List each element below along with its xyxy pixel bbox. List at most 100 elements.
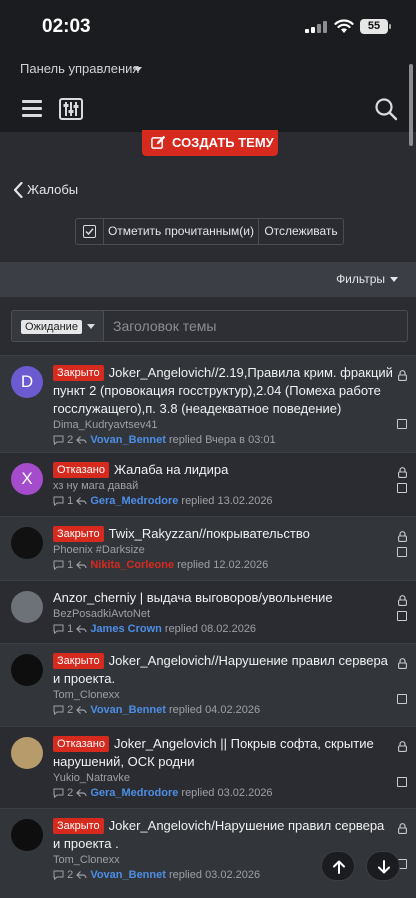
thread-author[interactable]: Dima_Kudryavtsev41 — [53, 419, 394, 431]
thread-actions: Отметить прочитанным(и) Отслеживать — [75, 218, 344, 245]
chevron-down-icon — [87, 324, 95, 329]
scroll-bottom-button[interactable] — [366, 851, 400, 881]
last-reply-user[interactable]: Vovan_Bennet — [90, 434, 166, 446]
replied-label: replied — [168, 434, 202, 446]
thread-select-checkbox[interactable] — [397, 611, 407, 621]
comment-icon — [53, 559, 64, 571]
prefix-select[interactable]: Ожидание — [11, 310, 103, 342]
replied-label: replied — [164, 623, 198, 635]
status-badge[interactable]: Закрыто — [53, 818, 104, 834]
avatar[interactable] — [11, 819, 43, 851]
avatar[interactable]: D — [11, 366, 43, 398]
create-thread-label: СОЗДАТЬ ТЕМУ — [172, 135, 274, 150]
thread-select-checkbox[interactable] — [397, 483, 407, 493]
thread-select-checkbox[interactable] — [397, 419, 407, 429]
thread-body: Закрыто Twix_Rakyzzan//покрывательство Pho… — [53, 525, 394, 571]
replied-label: replied — [168, 704, 202, 716]
lock-icon — [398, 593, 407, 606]
last-reply-user[interactable]: Vovan_Bennet — [90, 704, 166, 716]
sliders-icon[interactable] — [59, 98, 83, 120]
last-reply-date[interactable]: 03.02.2026 — [218, 787, 273, 799]
control-panel-label[interactable]: Панель управления — [20, 61, 139, 76]
mark-read-button[interactable]: Отметить прочитанным(и) — [104, 219, 259, 244]
thread-author[interactable]: Tom_Clonexx — [53, 689, 394, 701]
thread-row[interactable]: Закрыто Twix_Rakyzzan//покрывательство Pho… — [0, 516, 416, 580]
thread-row[interactable]: Отказано Joker_Angelovich || Покрыв софта… — [0, 726, 416, 808]
select-all-checkbox[interactable] — [76, 219, 104, 244]
thread-body: Закрыто Joker_Angelovich//Нарушение прави… — [53, 652, 394, 716]
scroll-top-button[interactable] — [321, 851, 355, 881]
thread-row[interactable]: X Отказано Жалаба на лидира хз ну мага дава… — [0, 452, 416, 516]
thread-row[interactable]: D Закрыто Joker_Angelovich//2.19,Правила к… — [0, 355, 416, 452]
battery-icon: 55 — [360, 19, 391, 34]
thread-author[interactable]: хз ну мага давай — [53, 480, 394, 492]
last-reply-user[interactable]: Gera_Medrodore — [90, 495, 178, 507]
status-bar: 02:03 55 — [0, 0, 416, 52]
last-reply-date[interactable]: 08.02.2026 — [201, 623, 256, 635]
menu-icon[interactable] — [22, 100, 42, 117]
last-reply-user[interactable]: Nikita_Corleone — [90, 559, 174, 571]
thread-body: Anzor_cherniy | выдача выговоров/увольне… — [53, 589, 394, 635]
search-icon[interactable] — [374, 97, 398, 121]
thread-author[interactable]: Phoenix #Darksize — [53, 544, 394, 556]
thread-title-input[interactable] — [103, 310, 408, 342]
create-thread-button[interactable]: СОЗДАТЬ ТЕМУ — [142, 130, 278, 156]
reply-count: 1 — [67, 559, 74, 571]
last-reply-user[interactable]: James Crown — [90, 623, 162, 635]
last-reply-date[interactable]: Вчера в 03:01 — [205, 434, 276, 446]
reply-icon — [76, 869, 87, 881]
status-badge[interactable]: Закрыто — [53, 526, 104, 542]
prefix-pill: Ожидание — [21, 320, 82, 334]
comment-icon — [53, 869, 64, 881]
thread-title-line: Закрыто Twix_Rakyzzan//покрывательство — [53, 525, 394, 543]
thread-title[interactable]: Joker_Angelovich//2.19,Правила крим. фра… — [53, 365, 393, 416]
thread-author[interactable]: BezPosadkiAvtoNet — [53, 608, 394, 620]
reply-count: 2 — [67, 434, 74, 446]
thread-select-checkbox[interactable] — [397, 547, 407, 557]
status-badge[interactable]: Закрыто — [53, 365, 104, 381]
filters-dropdown[interactable]: Фильтры — [336, 272, 398, 286]
thread-title[interactable]: Anzor_cherniy | выдача выговоров/увольне… — [53, 590, 333, 605]
last-reply-date[interactable]: 04.02.2026 — [205, 704, 260, 716]
replied-label: replied — [177, 559, 211, 571]
arrow-down-icon — [378, 860, 390, 874]
thread-title[interactable]: Жалаба на лидира — [114, 462, 228, 477]
thread-select-checkbox[interactable] — [397, 777, 407, 787]
reply-icon — [76, 704, 87, 716]
avatar[interactable]: X — [11, 463, 43, 495]
thread-row[interactable]: Закрыто Joker_Angelovich//Нарушение прави… — [0, 643, 416, 726]
thread-title-line: Закрыто Joker_Angelovich//Нарушение прави… — [53, 652, 394, 688]
status-badge[interactable]: Отказано — [53, 462, 109, 478]
status-badge[interactable]: Отказано — [53, 736, 109, 752]
reply-count: 2 — [67, 704, 74, 716]
avatar[interactable] — [11, 737, 43, 769]
thread-title[interactable]: Twix_Rakyzzan//покрывательство — [109, 526, 310, 541]
avatar[interactable] — [11, 527, 43, 559]
thread-row[interactable]: Anzor_cherniy | выдача выговоров/увольне… — [0, 580, 416, 643]
reply-icon — [76, 434, 87, 446]
last-reply-date[interactable]: 03.02.2026 — [205, 869, 260, 881]
status-badge[interactable]: Закрыто — [53, 653, 104, 669]
replied-label: replied — [181, 787, 215, 799]
avatar[interactable] — [11, 654, 43, 686]
last-reply-user[interactable]: Gera_Medrodore — [90, 787, 178, 799]
replied-label: replied — [181, 495, 215, 507]
lock-icon — [398, 739, 407, 752]
nav-bar — [0, 90, 416, 132]
comment-icon — [53, 787, 64, 799]
last-reply-date[interactable]: 13.02.2026 — [218, 495, 273, 507]
thread-row[interactable]: Закрыто Joker_Angelovich/Нарушение правил… — [0, 808, 416, 898]
control-panel-bar[interactable]: Панель управления — [0, 52, 416, 90]
chevron-down-icon — [134, 67, 142, 72]
thread-body: Закрыто Joker_Angelovich//2.19,Правила кр… — [53, 364, 394, 446]
page-scrollbar[interactable] — [409, 64, 413, 146]
last-reply-date[interactable]: 12.02.2026 — [213, 559, 268, 571]
chevron-left-icon — [13, 182, 23, 198]
lock-icon — [398, 368, 407, 381]
filter-bar: Фильтры — [0, 262, 416, 297]
thread-select-checkbox[interactable] — [397, 694, 407, 704]
last-reply-user[interactable]: Vovan_Bennet — [90, 869, 166, 881]
thread-author[interactable]: Yukio_Natravke — [53, 772, 394, 784]
avatar[interactable] — [11, 591, 43, 623]
follow-button[interactable]: Отслеживать — [259, 219, 343, 244]
